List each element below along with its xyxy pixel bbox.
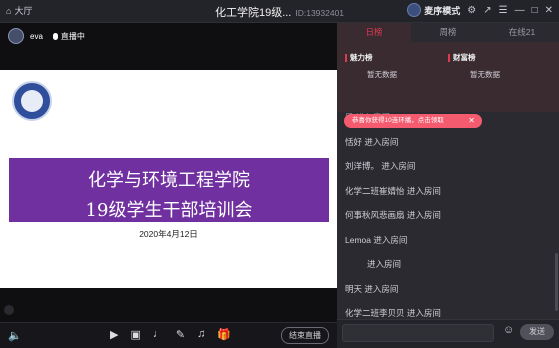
reward-toast[interactable]: 恭喜你获得10连环播，点击领取 ✕ [344,114,482,128]
ranking-tabs: 日榜 周榜 在线21 [337,23,559,42]
avatar [407,3,422,17]
tab-online[interactable]: 在线21 [485,23,559,42]
charm-board: 魅力榜 暂无数据 [345,52,445,80]
university-logo [12,81,52,121]
slide-title-line1: 化学与环境工程学院 [88,170,250,191]
chat-scrollbar[interactable] [555,253,558,311]
mic-icon[interactable]: ♩ [153,328,164,341]
chat-input[interactable] [342,324,494,342]
host-name: eva [30,31,43,41]
ranking-boards: 魅力榜 暂无数据 财富榜 暂无数据 ︾ [337,42,559,126]
list-item: 恬好 进入房间 [345,136,399,147]
list-item: 刘洋博。 进入房间 [345,161,416,171]
end-live-button[interactable]: 结束直播 [281,327,329,344]
host-bar: eva 直播中 [0,23,345,49]
tab-weekly[interactable]: 周榜 [411,23,485,42]
share-icon[interactable]: ↗ [483,5,491,16]
send-button[interactable]: 发送 [520,324,554,340]
mic-indicator[interactable] [4,305,14,315]
slide-title-line2: 19级学生干部培训会 [85,200,253,221]
wealth-board: 财富榜 暂无数据 [448,52,548,80]
menu-icon[interactable]: ☰ [499,5,508,16]
edit-icon[interactable]: ✎ [176,328,185,341]
list-item: 何事秋风悲画扇 进入房间 [345,210,441,220]
window-controls: 麦序模式 ⚙ ↗ ☰ — □ ✕ [407,3,553,17]
slide-date: 2020年4月12日 [139,229,198,239]
chat-input-area: ☺ 发送 [337,319,559,348]
list-item: 明天 进入房间 [345,283,399,294]
emoji-icon[interactable]: ☺ [503,324,514,336]
title-bar: ⌂ 大厅 化工学院19级... ID:13932401 麦序模式 ⚙ ↗ ☰ — … [0,0,559,23]
volume-icon[interactable]: 🔈 [8,329,22,342]
close-icon[interactable]: ✕ [468,114,475,128]
bottom-toolbar: 🔈 ▶ ▣ ♩ ✎ ♫ 🎁 结束直播 [0,322,337,348]
tab-daily[interactable]: 日榜 [337,23,411,42]
list-item: Lemoa 进入房间 [345,234,408,245]
gear-icon[interactable]: ⚙ [467,5,476,16]
avatar[interactable] [8,28,24,44]
close-icon[interactable]: ✕ [545,5,553,16]
list-item: 进入房间 [367,259,402,269]
tool-icons: ▶ ▣ ♩ ✎ ♫ 🎁 [110,328,231,341]
presentation-slide: 化学与环境工程学院 19级学生干部培训会 2020年4月12日 [0,70,337,288]
gift-icon[interactable]: 🎁 [217,328,231,341]
list-item: 化学二班崔婧怡 进入房间 [345,185,441,196]
side-panel: 日榜 周榜 在线21 魅力榜 暂无数据 财富榜 暂无数据 ︾ 风 进入房间 恬好… [337,23,559,348]
room-id: ID:13932401 [295,8,345,18]
screen-icon[interactable]: ▣ [130,328,140,341]
mic-icon [52,32,58,40]
camera-icon[interactable]: ▶ [110,328,118,341]
video-panel: eva 直播中 化学与环境工程学院 19级学生干部培训会 2020年4月12日 … [0,23,337,348]
slide-title-box: 化学与环境工程学院 19级学生干部培训会 [9,158,329,222]
minimize-icon[interactable]: — [515,5,525,16]
live-status: 直播中 [52,31,85,42]
music-icon[interactable]: ♫ [197,328,205,341]
chat-list: 风 进入房间 恬好 进入房间 刘洋博。 进入房间 化学二班崔婧怡 进入房间 何事… [345,105,555,326]
mode-switch[interactable]: 麦序模式 [407,3,460,17]
maximize-icon[interactable]: □ [532,5,538,16]
